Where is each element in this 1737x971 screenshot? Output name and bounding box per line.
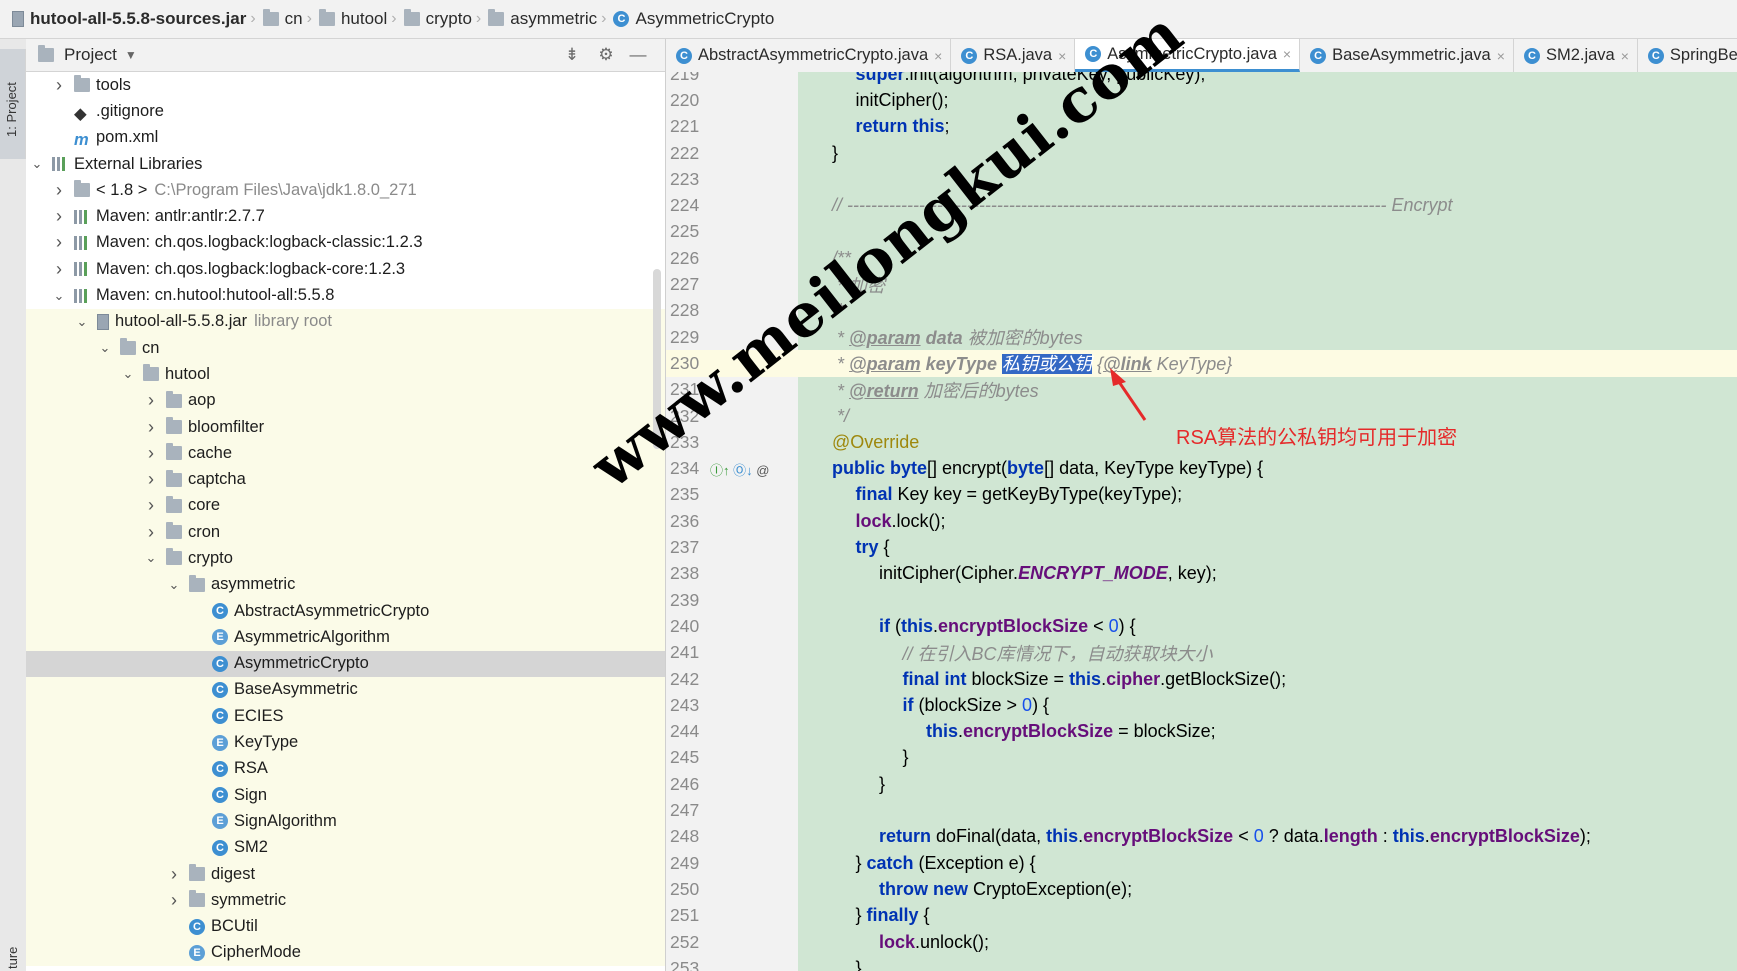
annotation-note: RSA算法的公私钥均可用于加密 (1176, 427, 1458, 449)
annotation-arrow (1110, 368, 1147, 421)
